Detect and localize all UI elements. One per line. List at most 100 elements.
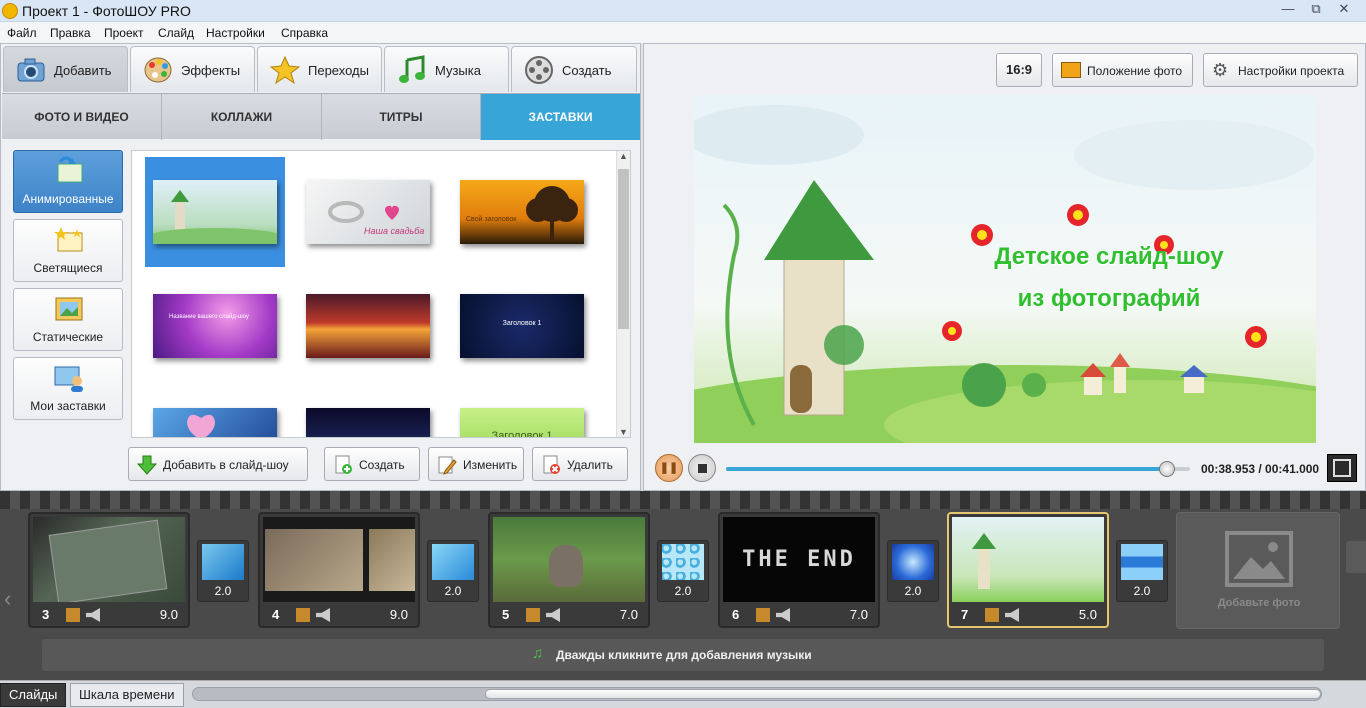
subtab-photo-video[interactable]: ФОТО И ВИДЕО	[2, 94, 162, 140]
preview-canvas[interactable]: Детское слайд-шоу из фотографий	[694, 95, 1316, 443]
sub-tabs: ФОТО И ВИДЕО КОЛЛАЖИ ТИТРЫ ЗАСТАВКИ	[2, 93, 640, 140]
scroll-down-icon[interactable]: ▼	[619, 427, 628, 437]
slide-5-duration: 7.0	[619, 607, 638, 622]
add-photo-label: Добавьте фото	[1217, 597, 1301, 609]
category-animated[interactable]: Анимированные	[13, 150, 123, 213]
slide-3-thumbnail	[33, 517, 185, 602]
add-to-slideshow-button[interactable]: Добавить в слайд-шоу	[128, 447, 308, 481]
menu-settings[interactable]: Настройки	[206, 26, 265, 40]
transition-4[interactable]: 2.0	[427, 540, 479, 602]
menu-file[interactable]: Файл	[7, 26, 37, 40]
app-icon	[2, 3, 18, 19]
project-settings-button[interactable]: ⚙ Настройки проекта	[1203, 53, 1358, 87]
minimize-icon[interactable]: —	[1274, 0, 1302, 20]
tab-add[interactable]: Добавить	[3, 46, 128, 92]
gallery-scrollbar-thumb[interactable]	[618, 169, 629, 329]
menu-slide[interactable]: Слайд	[158, 26, 194, 40]
stop-icon	[698, 464, 707, 473]
slide-4[interactable]: 4 9.0	[258, 512, 420, 628]
tab-effects[interactable]: Эффекты	[130, 46, 255, 92]
edit-slide-icon[interactable]	[756, 608, 770, 622]
tab-slides[interactable]: Слайды	[0, 683, 67, 707]
static-intro-icon	[55, 297, 83, 321]
subtab-collages[interactable]: КОЛЛАЖИ	[162, 94, 322, 140]
aspect-ratio-button[interactable]: 16:9	[996, 53, 1042, 87]
fullscreen-button[interactable]	[1327, 454, 1357, 482]
intro-thumb-1[interactable]	[145, 180, 285, 248]
subtab-intros[interactable]: ЗАСТАВКИ	[481, 94, 640, 140]
menu-bar: Файл Правка Проект Слайд Настройки Справ…	[0, 22, 1366, 43]
edit-slide-icon[interactable]	[66, 608, 80, 622]
delete-intro-button[interactable]: Удалить	[532, 447, 628, 481]
menu-help[interactable]: Справка	[281, 26, 328, 40]
transition-3-preview	[202, 544, 244, 580]
transition-5[interactable]: 2.0	[657, 540, 709, 602]
storyboard-scrollbar[interactable]	[192, 687, 1322, 701]
intro-thumb-3[interactable]: Свой заголовок	[460, 180, 584, 244]
left-panel: Добавить Эффекты Переходы Музыка Создать…	[0, 43, 641, 491]
tab-create[interactable]: Создать	[511, 46, 637, 92]
my-intros-icon	[54, 366, 83, 392]
category-static[interactable]: Статические	[13, 288, 123, 351]
music-track[interactable]: ♫ Дважды кликните для добавления музыки	[42, 639, 1324, 671]
intro-thumb-7[interactable]	[153, 408, 277, 437]
slide-4-thumbnail	[263, 517, 415, 602]
transition-6-duration: 2.0	[904, 584, 922, 598]
intro-thumb-5[interactable]	[306, 294, 430, 358]
gear-icon: ⚙	[1212, 60, 1229, 80]
edit-slide-icon[interactable]	[296, 608, 310, 622]
volume-icon[interactable]	[1005, 608, 1019, 622]
menu-project[interactable]: Проект	[104, 26, 144, 40]
intro-thumb-4[interactable]: Название вашего слайд-шоу	[153, 294, 277, 358]
intro-thumb-2[interactable]: Наша свадьба	[306, 180, 430, 244]
scroll-left-icon[interactable]: ‹	[4, 586, 11, 612]
create-intro-button[interactable]: Создать	[324, 447, 420, 481]
transition-7[interactable]: 2.0	[1116, 540, 1168, 602]
stop-button[interactable]	[688, 454, 716, 482]
seek-track[interactable]	[726, 461, 1190, 477]
storyboard-scrollbar-thumb[interactable]	[485, 689, 1321, 699]
intro-thumb-6[interactable]: Заголовок 1	[460, 294, 584, 358]
edit-intro-button[interactable]: Изменить	[428, 447, 524, 481]
volume-icon[interactable]	[86, 608, 100, 622]
seek-progress	[726, 467, 1167, 471]
add-photo-placeholder[interactable]: Добавьте фото	[1176, 512, 1340, 629]
intro-thumb-9[interactable]: Заголовок 1	[460, 408, 584, 437]
category-static-label: Статические	[32, 330, 104, 344]
volume-icon[interactable]	[776, 608, 790, 622]
scroll-up-icon[interactable]: ▲	[619, 151, 628, 161]
pause-button[interactable]: ❚❚	[655, 454, 683, 482]
pencil-icon	[438, 456, 457, 475]
transition-3[interactable]: 2.0	[197, 540, 249, 602]
slide-5[interactable]: 5 7.0	[488, 512, 650, 628]
tab-effects-label: Эффекты	[181, 63, 241, 78]
category-my-intros[interactable]: Мои заставки	[13, 357, 123, 420]
subtab-titles[interactable]: ТИТРЫ	[322, 94, 481, 140]
slide-4-number: 4	[272, 607, 280, 622]
intro-gallery: Наша свадьба Свой заголовок Название ваш…	[131, 150, 631, 438]
menu-edit[interactable]: Правка	[50, 26, 91, 40]
slide-6[interactable]: THE END 6 7.0	[718, 512, 880, 628]
category-glowing[interactable]: Светящиеся	[13, 219, 123, 282]
tab-transitions[interactable]: Переходы	[257, 46, 382, 92]
edit-slide-icon[interactable]	[985, 608, 999, 622]
tab-timeline[interactable]: Шкала времени	[70, 683, 184, 707]
close-icon[interactable]: ✕	[1322, 0, 1366, 20]
scroll-right-handle[interactable]	[1346, 541, 1366, 573]
volume-icon[interactable]	[546, 608, 560, 622]
slide-7-duration: 5.0	[1078, 607, 1097, 622]
delete-intro-label: Удалить	[567, 458, 613, 472]
seek-handle[interactable]	[1158, 461, 1175, 477]
volume-icon[interactable]	[316, 608, 330, 622]
add-image-icon	[1225, 531, 1293, 587]
slide-7[interactable]: 7 5.0	[947, 512, 1109, 628]
edit-slide-icon[interactable]	[526, 608, 540, 622]
intro-thumb-3-text: Свой заголовок	[466, 216, 517, 223]
photo-position-button[interactable]: Положение фото	[1052, 53, 1193, 87]
slide-3[interactable]: 3 9.0	[28, 512, 190, 628]
slide-6-duration: 7.0	[849, 607, 868, 622]
intro-thumb-8[interactable]	[306, 408, 430, 437]
intro-thumb-4-text: Название вашего слайд-шоу	[169, 314, 249, 320]
tab-music[interactable]: Музыка	[384, 46, 509, 92]
transition-6[interactable]: 2.0	[887, 540, 939, 602]
